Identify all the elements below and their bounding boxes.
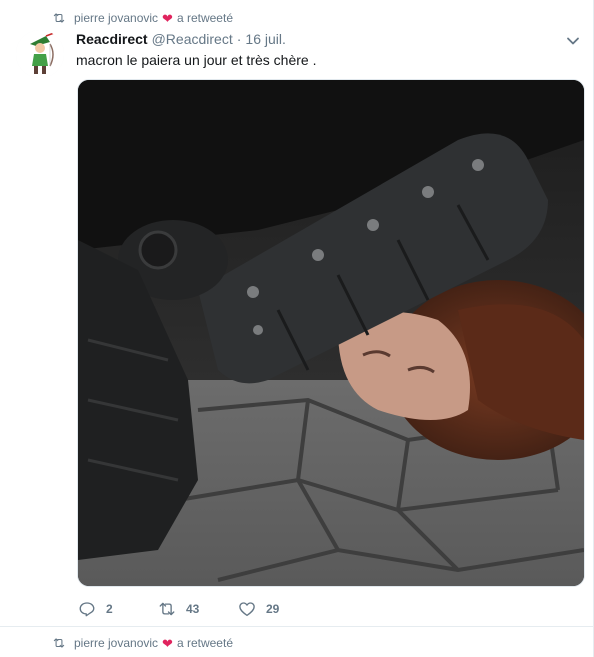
like-count: 29 <box>266 602 280 616</box>
retweet-context: pierre jovanovic ❤ a retweeté <box>52 10 233 26</box>
heart-emoji: ❤ <box>162 635 173 651</box>
tweet-header: Reacdirect @Reacdirect · 16 juil. <box>76 31 286 47</box>
author-handle[interactable]: @Reacdirect <box>152 31 233 47</box>
retweet-count: 43 <box>186 602 200 616</box>
header-separator: · <box>236 31 242 47</box>
heart-icon <box>239 602 255 617</box>
next-tweet-card[interactable]: pierre jovanovic ❤ a retweeté <box>0 627 594 657</box>
photo-illustration <box>78 80 584 586</box>
retweet-action-text: a retweeté <box>176 11 233 25</box>
archer-avatar <box>16 30 64 78</box>
author-display-name[interactable]: Reacdirect <box>76 31 148 47</box>
tweet-actions: 2 43 29 <box>78 600 279 618</box>
reply-button[interactable]: 2 <box>78 600 158 618</box>
next-retweet-context: pierre jovanovic ❤ a retweeté <box>52 635 233 651</box>
tweet-text: macron le paiera un jour et très chère . <box>76 52 317 68</box>
like-button[interactable]: 29 <box>238 600 279 618</box>
avatar[interactable] <box>16 30 64 78</box>
retweet-button[interactable]: 43 <box>158 600 238 618</box>
reply-count: 2 <box>106 602 113 616</box>
heart-emoji: ❤ <box>162 10 173 26</box>
chevron-down-icon[interactable] <box>566 34 580 48</box>
next-retweeter-name[interactable]: pierre jovanovic <box>74 636 158 650</box>
retweet-icon <box>159 602 175 616</box>
tweet-photo[interactable] <box>77 79 585 587</box>
reply-icon <box>79 602 95 617</box>
retweeter-name[interactable]: pierre jovanovic <box>74 11 158 25</box>
retweet-icon <box>53 638 65 648</box>
tweet-date[interactable]: 16 juil. <box>245 31 285 47</box>
tweet-card[interactable]: pierre jovanovic ❤ a retweeté Reacdirect… <box>0 0 594 627</box>
next-retweet-action-text: a retweeté <box>176 636 233 650</box>
retweet-icon <box>53 13 65 23</box>
